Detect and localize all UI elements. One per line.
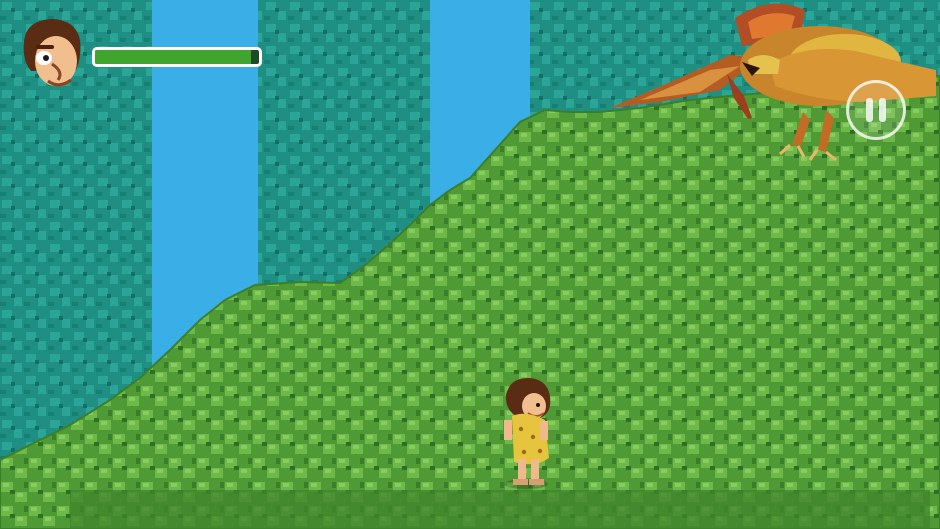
pause-icon (879, 98, 886, 122)
pause-icon (866, 98, 873, 122)
game-scene (0, 0, 940, 529)
health-bar-fill (95, 50, 251, 64)
ground-shadow (70, 490, 930, 529)
pause-button[interactable] (846, 80, 906, 140)
caveman-face-icon (23, 19, 81, 87)
game-screen[interactable] (0, 0, 940, 529)
health-bar (92, 47, 262, 67)
